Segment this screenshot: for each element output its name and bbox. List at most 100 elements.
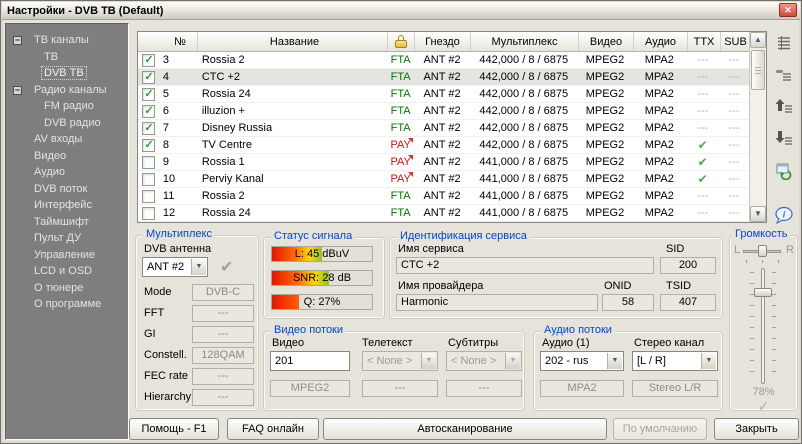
sidebar-item[interactable]: Видео bbox=[6, 149, 128, 166]
header-access[interactable] bbox=[388, 32, 415, 51]
channel-multiplex: 441,000 / 8 / 6875 bbox=[470, 171, 578, 188]
rescan-icon[interactable] bbox=[774, 161, 794, 181]
sidebar-item[interactable]: −ТВ каналы bbox=[6, 33, 128, 50]
subtitles-info-field: --- bbox=[446, 380, 522, 397]
channel-checkbox-cell[interactable]: ✓ bbox=[138, 69, 160, 86]
channel-row[interactable]: ✓3Rossia 2FTAANT #2442,000 / 8 / 6875MPE… bbox=[138, 52, 749, 69]
tree-expander-icon[interactable]: − bbox=[13, 36, 22, 45]
sidebar-item[interactable]: FM радио bbox=[6, 99, 128, 116]
header-video[interactable]: Видео bbox=[579, 32, 634, 51]
channel-checkbox[interactable] bbox=[142, 190, 155, 203]
channel-row[interactable]: ✓4CTC +2FTAANT #2442,000 / 8 / 6875MPEG2… bbox=[138, 69, 749, 86]
help-button[interactable]: Помощь - F1 bbox=[129, 418, 219, 440]
channel-row[interactable]: 12Rossia 24FTAANT #2441,000 / 8 / 6875MP… bbox=[138, 205, 749, 222]
channel-checkbox-cell[interactable]: ✓ bbox=[138, 86, 160, 103]
volume-slider-thumb[interactable] bbox=[754, 288, 772, 297]
scroll-down-icon[interactable]: ▼ bbox=[750, 206, 766, 222]
audio-value: 202 - rus bbox=[545, 355, 588, 367]
sidebar-item[interactable]: Аудио bbox=[6, 165, 128, 182]
audio-codec-field: MPA2 bbox=[540, 380, 624, 397]
channel-video-codec: MPEG2 bbox=[578, 120, 633, 137]
info-icon[interactable]: i bbox=[774, 205, 794, 225]
video-pid-input[interactable]: 201 bbox=[270, 351, 350, 371]
provider-field: Harmonic bbox=[396, 294, 598, 311]
channel-row[interactable]: 9Rossia 1PAYANT #2441,000 / 8 / 6875MPEG… bbox=[138, 154, 749, 171]
scroll-up-icon[interactable]: ▲ bbox=[750, 32, 766, 48]
scrollbar-thumb[interactable] bbox=[751, 50, 765, 90]
sidebar-item[interactable]: −Радио каналы bbox=[6, 83, 128, 100]
titlebar[interactable]: Настройки - DVB ТВ (Default) ✕ bbox=[2, 2, 800, 20]
channel-checkbox[interactable]: ✓ bbox=[142, 105, 155, 118]
sidebar-item[interactable]: О программе bbox=[6, 297, 128, 314]
header-audio[interactable]: Аудио bbox=[634, 32, 688, 51]
chevron-down-icon[interactable]: ▼ bbox=[607, 353, 622, 369]
channel-checkbox[interactable] bbox=[142, 156, 155, 169]
channel-access: FTA bbox=[387, 86, 414, 103]
channel-checkbox-cell[interactable] bbox=[138, 171, 160, 188]
channel-row[interactable]: 10Perviy KanalPAYANT #2441,000 / 8 / 687… bbox=[138, 171, 749, 188]
channel-checkbox[interactable] bbox=[142, 207, 155, 220]
sidebar-item[interactable]: AV входы bbox=[6, 132, 128, 149]
table-scrollbar[interactable]: ▲ ▼ bbox=[749, 32, 766, 222]
channel-checkbox[interactable]: ✓ bbox=[142, 88, 155, 101]
teletext-select[interactable]: < None > ▼ bbox=[362, 351, 438, 371]
channel-sub: --- bbox=[719, 52, 749, 69]
sidebar-item[interactable]: О тюнере bbox=[6, 281, 128, 298]
chevron-down-icon[interactable]: ▼ bbox=[701, 353, 716, 369]
antenna-select[interactable]: ANT #2 ▼ bbox=[142, 257, 208, 277]
header-name[interactable]: Название bbox=[198, 32, 388, 51]
sidebar-item[interactable]: DVB ТВ bbox=[6, 66, 128, 83]
subtitles-select[interactable]: < None > ▼ bbox=[446, 351, 522, 371]
faq-button[interactable]: FAQ онлайн bbox=[227, 418, 319, 440]
channel-ttx: ✔ bbox=[686, 154, 719, 171]
channel-row[interactable]: 11Rossia 2FTAANT #2441,000 / 8 / 6875MPE… bbox=[138, 188, 749, 205]
header-ttx[interactable]: TTX bbox=[688, 32, 721, 51]
channel-checkbox-cell[interactable]: ✓ bbox=[138, 52, 160, 69]
antenna-apply-check-icon[interactable]: ✔ bbox=[220, 257, 233, 277]
channel-number: 11 bbox=[160, 188, 198, 205]
audio-select[interactable]: 202 - rus ▼ bbox=[540, 351, 624, 371]
channel-list-icon[interactable] bbox=[774, 33, 794, 53]
sidebar-item[interactable]: Пульт ДУ bbox=[6, 231, 128, 248]
header-socket[interactable]: Гнездо bbox=[415, 32, 471, 51]
channel-row[interactable]: ✓6illuzion +FTAANT #2442,000 / 8 / 6875M… bbox=[138, 103, 749, 120]
move-down-icon[interactable] bbox=[774, 129, 794, 149]
close-button[interactable]: ✕ bbox=[779, 3, 797, 17]
channel-checkbox[interactable]: ✓ bbox=[142, 139, 155, 152]
channel-number: 10 bbox=[160, 171, 198, 188]
autoscan-button[interactable]: Автосканирование bbox=[323, 418, 607, 440]
stereo-select[interactable]: [L / R] ▼ bbox=[632, 351, 718, 371]
channel-row[interactable]: ✓8TV CentrePAYANT #2442,000 / 8 / 6875MP… bbox=[138, 137, 749, 154]
channel-checkbox-cell[interactable]: ✓ bbox=[138, 120, 160, 137]
channel-checkbox-cell[interactable] bbox=[138, 188, 160, 205]
sidebar-item[interactable]: ТВ bbox=[6, 50, 128, 67]
header-number[interactable]: № bbox=[160, 32, 198, 51]
channel-checkbox-cell[interactable] bbox=[138, 205, 160, 222]
balance-slider-thumb[interactable] bbox=[758, 245, 767, 257]
channel-checkbox-cell[interactable]: ✓ bbox=[138, 137, 160, 154]
move-up-icon[interactable] bbox=[774, 97, 794, 117]
header-sub[interactable]: SUB bbox=[721, 32, 751, 51]
volume-slider[interactable] bbox=[761, 268, 765, 384]
sidebar-item[interactable]: Таймшифт bbox=[6, 215, 128, 232]
tree-expander-icon[interactable]: − bbox=[13, 86, 22, 95]
chevron-down-icon[interactable]: ▼ bbox=[191, 259, 206, 275]
channel-checkbox[interactable]: ✓ bbox=[142, 54, 155, 67]
channel-audio-codec: MPA2 bbox=[632, 52, 686, 69]
channel-checkbox[interactable]: ✓ bbox=[142, 122, 155, 135]
channel-checkbox-cell[interactable] bbox=[138, 154, 160, 171]
channel-checkbox[interactable] bbox=[142, 173, 155, 186]
channel-row[interactable]: ✓7Disney RussiaFTAANT #2442,000 / 8 / 68… bbox=[138, 120, 749, 137]
sidebar-item[interactable]: LCD и OSD bbox=[6, 264, 128, 281]
close-dialog-button[interactable]: Закрыть bbox=[714, 418, 799, 440]
delete-channel-icon[interactable] bbox=[774, 65, 794, 85]
sidebar-item[interactable]: DVB поток bbox=[6, 182, 128, 199]
sidebar-item[interactable]: Интерфейс bbox=[6, 198, 128, 215]
tsid-label: TSID bbox=[666, 280, 691, 292]
channel-checkbox[interactable]: ✓ bbox=[142, 71, 155, 84]
channel-row[interactable]: ✓5Rossia 24FTAANT #2442,000 / 8 / 6875MP… bbox=[138, 86, 749, 103]
header-multiplex[interactable]: Мультиплекс bbox=[471, 32, 579, 51]
channel-checkbox-cell[interactable]: ✓ bbox=[138, 103, 160, 120]
sidebar-item[interactable]: Управление bbox=[6, 248, 128, 265]
sidebar-item[interactable]: DVB радио bbox=[6, 116, 128, 133]
